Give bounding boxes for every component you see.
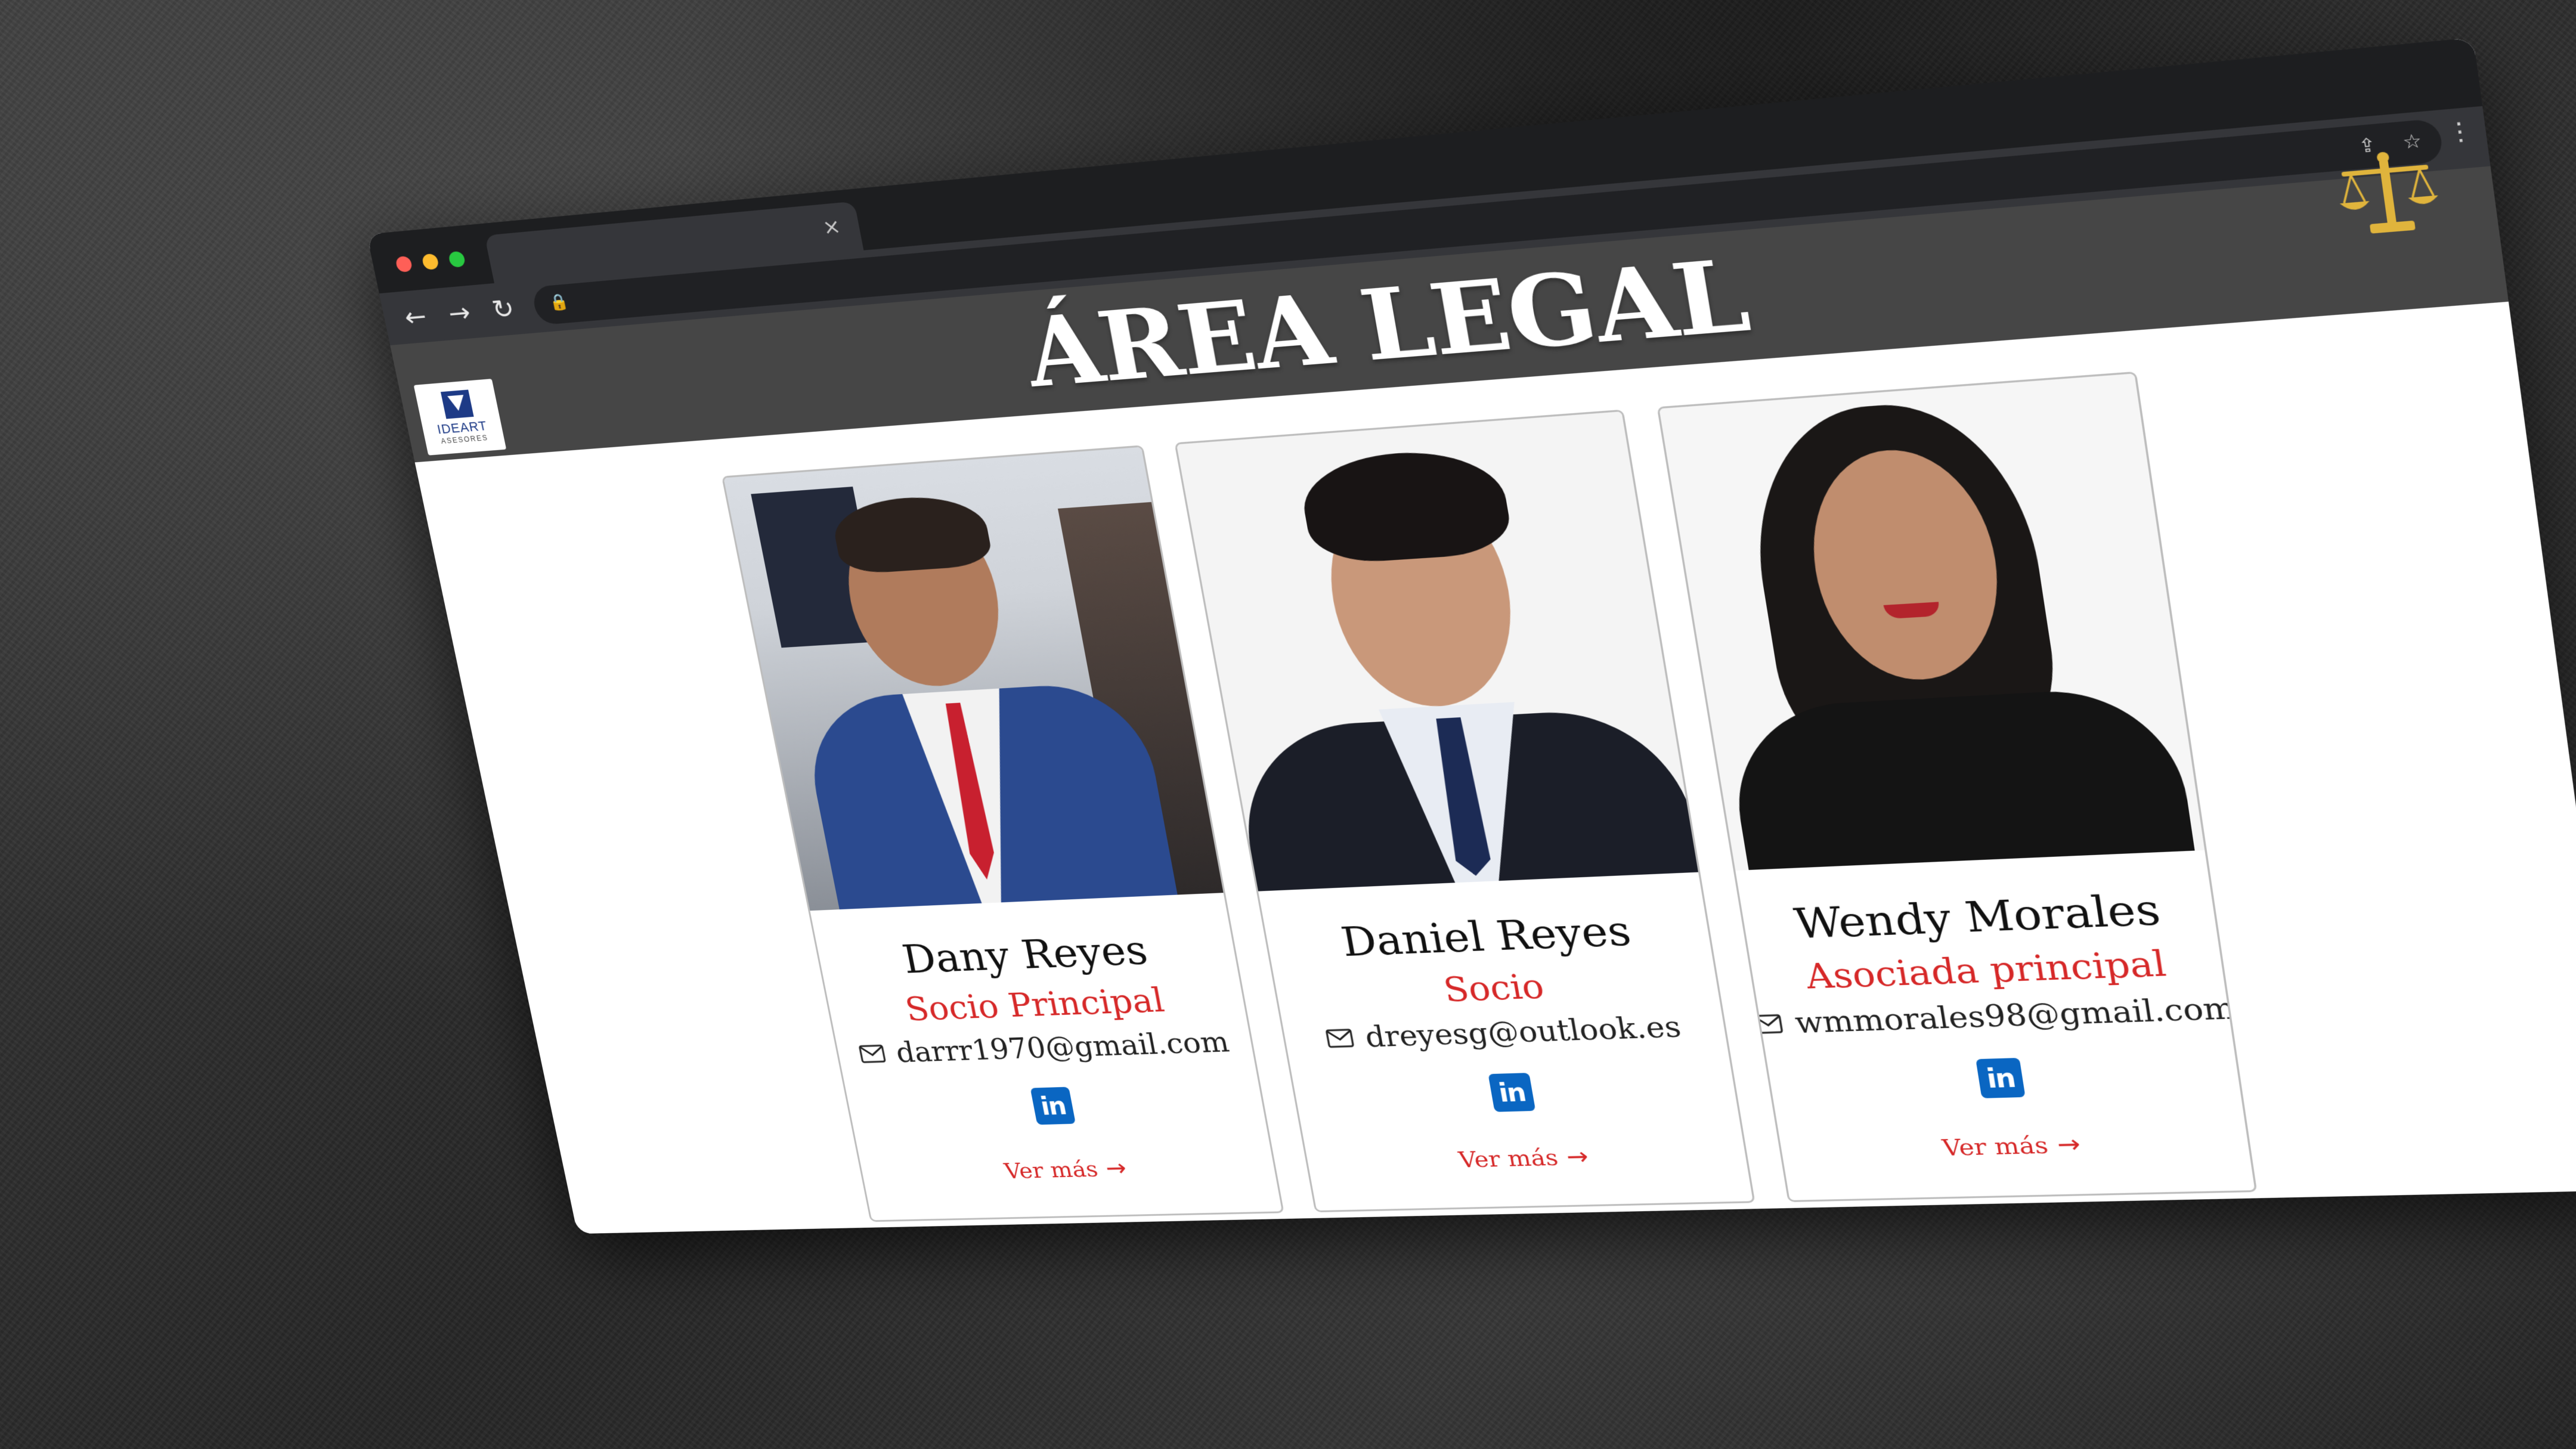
ver-mas-link[interactable]: Ver más → [1457, 1143, 1591, 1174]
minimize-window-button[interactable] [421, 253, 440, 270]
member-photo [723, 447, 1224, 911]
lock-icon: 🔒 [547, 292, 571, 312]
team-cards: Dany Reyes Socio Principal darrr1970@gma… [422, 343, 2576, 1228]
browser-menu-icon[interactable]: ⋮ [2444, 117, 2475, 147]
browser-window: × ← → ↻ 🔒 ⇪ ☆ ⋮ IDEART ASESORES ÁREA LEG… [367, 37, 2576, 1234]
member-email[interactable]: darrr1970@gmail.com [857, 1025, 1232, 1070]
ver-mas-link[interactable]: Ver más → [1940, 1130, 2082, 1162]
member-name: Wendy Morales [1791, 885, 2164, 949]
back-arrow-icon[interactable]: ← [395, 298, 436, 336]
mail-icon [1753, 1014, 1784, 1034]
linkedin-icon[interactable]: in [1030, 1086, 1076, 1125]
ver-mas-label: Ver más [1002, 1156, 1100, 1184]
close-window-button[interactable] [395, 255, 413, 273]
team-card: Wendy Morales Asociada principal wmmoral… [1657, 371, 2258, 1202]
tab-close-icon[interactable]: × [821, 214, 843, 240]
scales-of-justice-icon [2330, 151, 2439, 234]
email-text: dreyesg@outlook.es [1362, 1010, 1684, 1054]
member-email[interactable]: wmmorales98@gmail.com [1751, 991, 2238, 1042]
ver-mas-link[interactable]: Ver más → [1002, 1155, 1129, 1184]
member-role: Socio Principal [902, 981, 1168, 1029]
member-role: Asociada principal [1803, 943, 2169, 997]
member-role: Socio [1441, 967, 1547, 1010]
member-email[interactable]: dreyesg@outlook.es [1324, 1010, 1684, 1055]
email-text: darrr1970@gmail.com [893, 1025, 1232, 1069]
linkedin-icon[interactable]: in [1488, 1073, 1536, 1112]
web-page: IDEART ASESORES ÁREA LEGAL Dany Reyes So… [390, 151, 2576, 1234]
ver-mas-label: Ver más [1940, 1131, 2050, 1162]
member-name: Daniel Reyes [1337, 907, 1634, 967]
mail-icon [1325, 1029, 1355, 1048]
member-photo [1176, 411, 1698, 891]
arrow-right-icon: → [1564, 1143, 1591, 1171]
mail-icon [858, 1044, 887, 1063]
forward-arrow-icon[interactable]: → [438, 293, 480, 332]
email-text: wmmorales98@gmail.com [1792, 990, 2238, 1041]
arrow-right-icon: → [1103, 1154, 1129, 1182]
window-controls [395, 250, 466, 273]
linkedin-icon[interactable]: in [1976, 1057, 2026, 1098]
browser-window-perspective: × ← → ↻ 🔒 ⇪ ☆ ⋮ IDEART ASESORES ÁREA LEG… [367, 37, 2576, 1234]
member-name: Dany Reyes [899, 927, 1151, 983]
maximize-window-button[interactable] [447, 250, 466, 268]
ver-mas-label: Ver más [1456, 1144, 1561, 1173]
member-photo [1659, 373, 2205, 871]
arrow-right-icon: → [2055, 1130, 2083, 1159]
reload-icon[interactable]: ↻ [482, 290, 525, 329]
